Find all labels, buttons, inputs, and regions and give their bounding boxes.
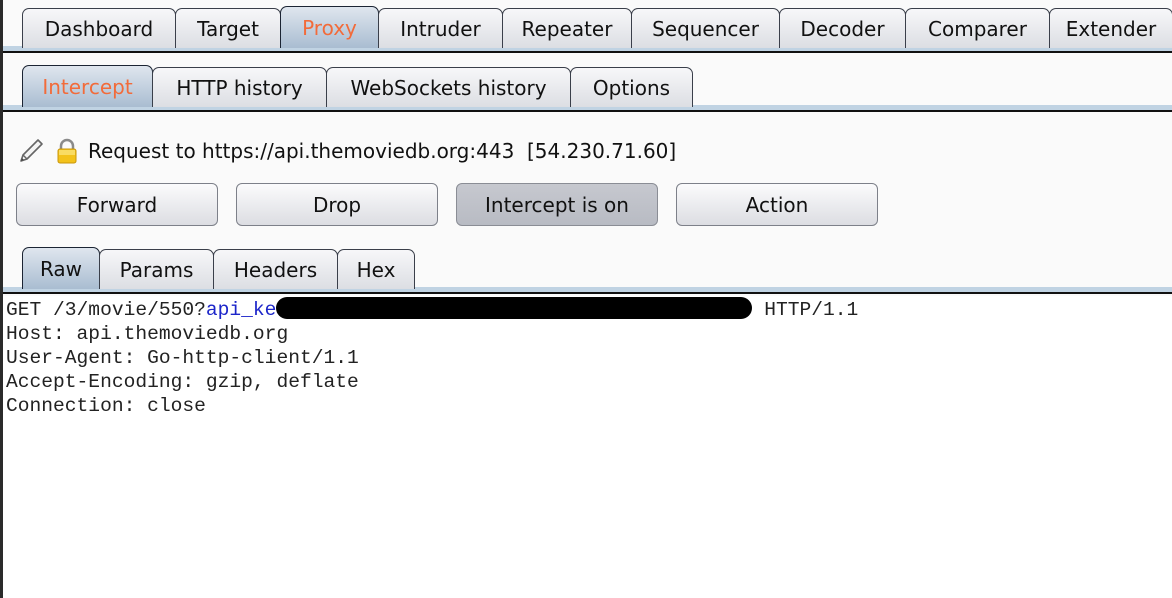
tab-sequencer[interactable]: Sequencer [631, 8, 780, 48]
request-target-text: Request to https://api.themoviedb.org:44… [88, 139, 677, 163]
intercept-toggle-button[interactable]: Intercept is on [456, 183, 658, 226]
window-edge [0, 0, 3, 598]
tab-proxy[interactable]: Proxy [280, 6, 379, 48]
drop-button[interactable]: Drop [236, 183, 438, 226]
http-version: HTTP/1.1 [752, 299, 859, 321]
tab-intercept[interactable]: Intercept [22, 65, 153, 107]
raw-request-editor[interactable]: GET /3/movie/550?api_ke HTTP/1.1 Host: ap… [3, 296, 1172, 598]
tab-intruder[interactable]: Intruder [378, 8, 503, 48]
tab-dashboard[interactable]: Dashboard [22, 8, 176, 48]
request-line: GET /3/movie/550?api_ke HTTP/1.1 [6, 297, 1172, 322]
header-line: Host: api.themoviedb.org [6, 323, 289, 345]
tab-hex[interactable]: Hex [337, 249, 415, 289]
tab-options[interactable]: Options [570, 67, 693, 107]
tab-target[interactable]: Target [175, 8, 281, 48]
request-info-line: Request to https://api.themoviedb.org:44… [16, 136, 676, 166]
header-line: Accept-Encoding: gzip, deflate [6, 371, 359, 393]
tab-raw[interactable]: Raw [22, 247, 100, 289]
action-button[interactable]: Action [676, 183, 878, 226]
tab-http-history[interactable]: HTTP history [152, 67, 327, 107]
query-param-name: api_ke [205, 299, 277, 321]
tab-headers[interactable]: Headers [213, 249, 338, 289]
pencil-icon[interactable] [16, 136, 46, 166]
request-method-path: GET /3/movie/550? [6, 299, 206, 321]
tab-params[interactable]: Params [99, 249, 214, 289]
tab-comparer[interactable]: Comparer [905, 8, 1050, 48]
forward-button[interactable]: Forward [16, 183, 218, 226]
header-line: User-Agent: Go-http-client/1.1 [6, 347, 359, 369]
main-tab-bar: Dashboard Target Proxy Intruder Repeater… [22, 6, 1172, 48]
tab-extender[interactable]: Extender [1049, 8, 1172, 48]
redacted-api-key [276, 297, 753, 319]
tab-decoder[interactable]: Decoder [779, 8, 906, 48]
lock-icon [56, 138, 78, 164]
tab-websockets-history[interactable]: WebSockets history [326, 67, 571, 107]
editor-tab-bar: Raw Params Headers Hex [22, 247, 1172, 289]
tab-repeater[interactable]: Repeater [502, 8, 632, 48]
proxy-tab-bar: Intercept HTTP history WebSockets histor… [22, 65, 1172, 107]
header-line: Connection: close [6, 395, 206, 417]
